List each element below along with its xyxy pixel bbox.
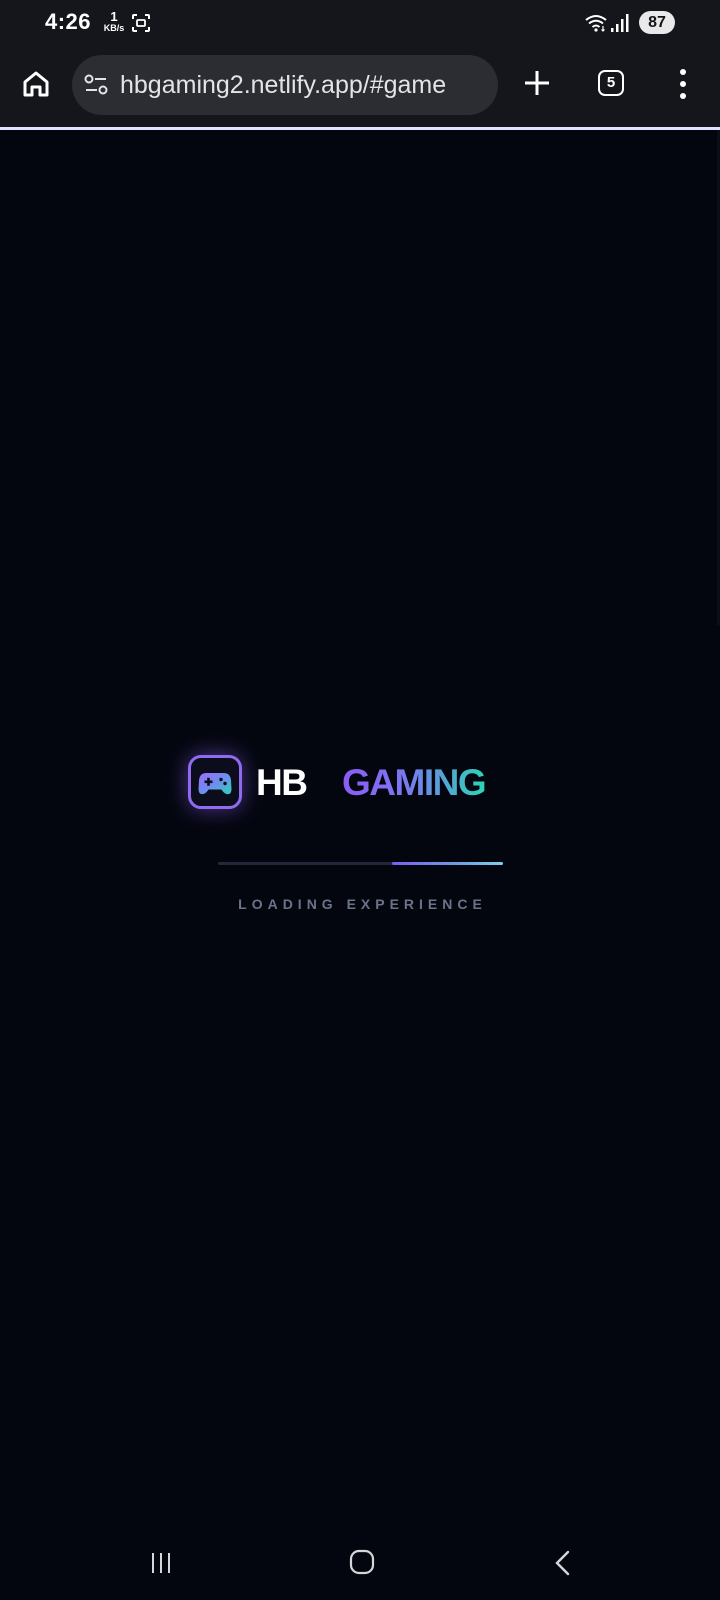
loading-status-text: LOADING EXPERIENCE bbox=[238, 896, 487, 912]
network-speed: 1 KB/s bbox=[101, 10, 127, 33]
network-speed-value: 1 bbox=[110, 9, 118, 24]
site-settings-icon[interactable] bbox=[84, 74, 108, 96]
status-time: 4:26 bbox=[45, 9, 92, 34]
loading-progress-track bbox=[218, 862, 503, 865]
battery-icon: 87 bbox=[639, 11, 675, 34]
status-bar: 4:26 1 KB/s 87 bbox=[0, 0, 720, 46]
tab-switcher-icon[interactable]: 5 bbox=[598, 70, 624, 96]
back-icon[interactable] bbox=[553, 1549, 573, 1577]
plus-icon[interactable] bbox=[522, 68, 552, 98]
logo-text-primary: HB bbox=[256, 762, 308, 803]
address-bar[interactable]: hbgaming2.netlify.app/#game bbox=[72, 55, 498, 115]
network-speed-unit: KB/s bbox=[103, 23, 125, 33]
logo-badge bbox=[188, 755, 242, 809]
recents-icon[interactable] bbox=[148, 1550, 174, 1576]
system-nav-bar bbox=[0, 1540, 720, 1600]
home-icon[interactable] bbox=[349, 1549, 375, 1575]
signal-icon bbox=[611, 14, 629, 32]
gamepad-icon bbox=[198, 773, 232, 795]
more-vert-icon[interactable] bbox=[670, 67, 696, 101]
logo-text-secondary: GAMING bbox=[342, 759, 487, 807]
screenshot-icon bbox=[132, 14, 150, 32]
loading-screen: HB GAMING LOADING EXPERIENCE bbox=[0, 130, 720, 1540]
url-text[interactable]: hbgaming2.netlify.app/#game bbox=[120, 69, 492, 101]
home-icon[interactable] bbox=[20, 68, 52, 100]
wifi-icon bbox=[585, 15, 607, 32]
browser-toolbar: hbgaming2.netlify.app/#game 5 bbox=[0, 46, 720, 127]
loading-progress-fill bbox=[391, 862, 503, 865]
screen: 4:26 1 KB/s 87 hbgaming2.netlify.app/#ga… bbox=[0, 0, 720, 1600]
